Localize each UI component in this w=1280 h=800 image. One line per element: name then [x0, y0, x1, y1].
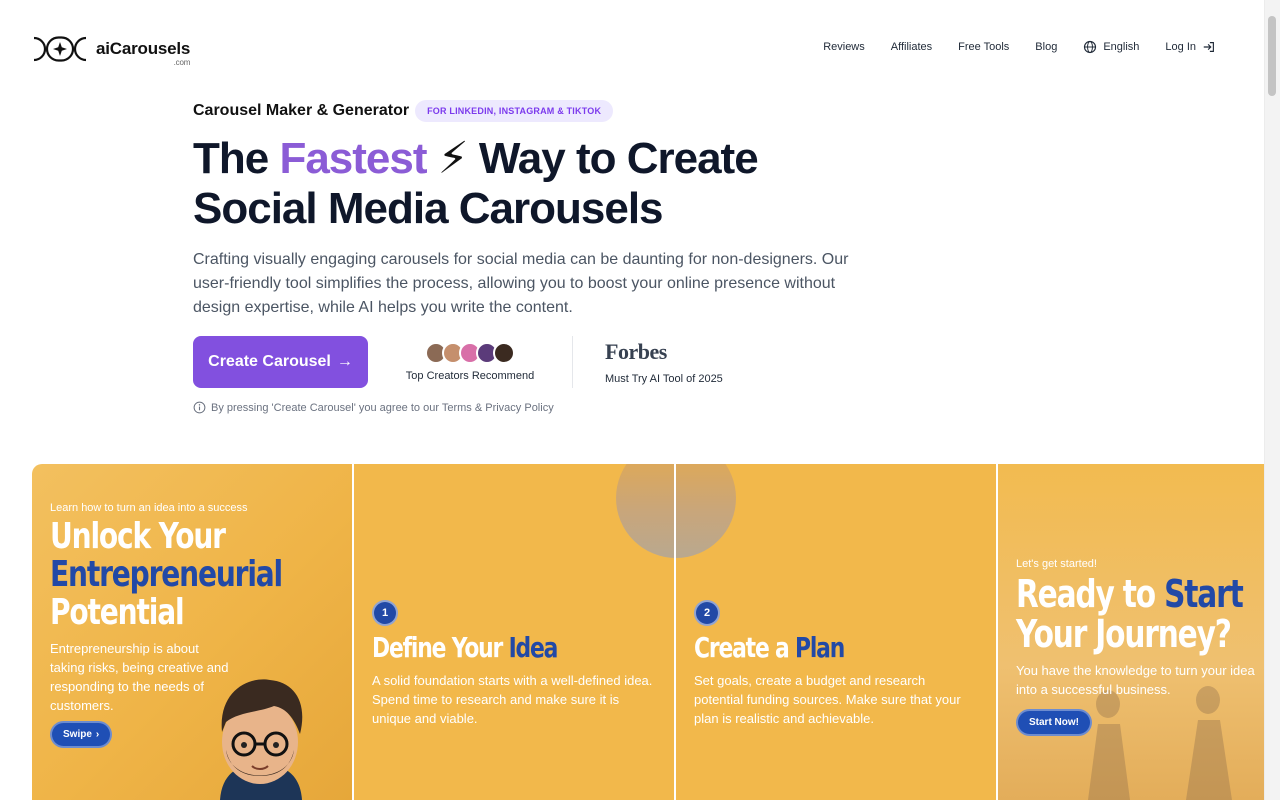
slide-heading: Create a Plan: [694, 631, 845, 664]
globe-icon: [1084, 40, 1097, 54]
slide-body: You have the knowledge to turn your idea…: [1016, 663, 1255, 697]
brand-logo[interactable]: aiCarousels .com: [32, 36, 191, 67]
creator-avatars: [425, 342, 515, 364]
terms-disclaimer: By pressing 'Create Carousel' you agree …: [193, 401, 554, 414]
eyebrow-title: Carousel Maker & Generator: [193, 102, 410, 119]
slide-kicker: Let's get started!: [1016, 558, 1097, 570]
info-icon: [193, 401, 206, 414]
hero-section: Carousel Maker & Generator FOR LINKEDIN,…: [193, 100, 913, 320]
site-header: aiCarousels .com Reviews Affiliates Free…: [0, 0, 1264, 96]
slide-cta: Let's get started! Ready to Start Your J…: [998, 464, 1264, 800]
character-illustration: [220, 679, 303, 800]
slide-body: Set goals, create a budget and research …: [694, 673, 961, 726]
slide-body: A solid foundation starts with a well-de…: [372, 673, 653, 726]
decorative-circle: [616, 464, 674, 558]
heading-line3: Potential: [50, 592, 185, 633]
arrow-right-icon: →: [336, 353, 353, 370]
main-nav: Reviews Affiliates Free Tools Blog Engli…: [823, 40, 1216, 54]
logo-mark-icon: [33, 36, 87, 62]
forbes-logo: Forbes: [605, 339, 667, 364]
lightning-icon: ⚡: [437, 134, 469, 183]
cta-label: Create Carousel: [208, 353, 331, 370]
chevron-right-icon: ›: [95, 729, 100, 740]
nav-affiliates[interactable]: Affiliates: [891, 41, 932, 53]
slide-heading: Define Your Idea: [372, 631, 559, 664]
creators-label: Top Creators Recommend: [405, 370, 535, 382]
slide-step-2: 2 Create a Plan Set goals, create a budg…: [676, 464, 996, 800]
step-number: 2: [694, 600, 720, 626]
language-selector[interactable]: English: [1083, 40, 1139, 54]
heading-blue: Start: [1164, 572, 1244, 616]
heading-white: Ready to: [1016, 572, 1165, 616]
heading-white: Create a: [694, 631, 796, 664]
platform-badge: FOR LINKEDIN, INSTAGRAM & TIKTOK: [415, 100, 614, 122]
slide-kicker: Learn how to turn an idea into a success: [50, 502, 248, 514]
swipe-label: Swipe: [63, 729, 92, 740]
page-scrollbar[interactable]: [1264, 0, 1280, 800]
forbes-label: Must Try AI Tool of 2025: [605, 373, 723, 385]
slide-heading: Ready to Start Your Journey?: [1016, 572, 1244, 656]
headline-line2: Social Media Carousels: [193, 184, 664, 233]
avatar: [493, 342, 515, 364]
heading-line2: Entrepreneurial: [50, 554, 283, 595]
disclaimer-text: By pressing 'Create Carousel' you agree …: [211, 401, 554, 414]
heading-blue: Idea: [508, 631, 559, 664]
page-title: The Fastest ⚡ Way to Create Social Media…: [193, 134, 913, 234]
hero-eyebrow: Carousel Maker & Generator FOR LINKEDIN,…: [193, 100, 913, 122]
hero-description: Crafting visually engaging carousels for…: [193, 251, 849, 316]
headline-part1: The: [193, 134, 280, 183]
login-icon: [1203, 42, 1214, 52]
brand-text: aiCarousels: [96, 39, 191, 58]
brand-suffix: .com: [173, 58, 191, 67]
nav-free-tools[interactable]: Free Tools: [958, 41, 1009, 53]
login-label: Log In: [1165, 41, 1196, 53]
heading-white: Define Your: [372, 631, 509, 664]
slide-intro: Learn how to turn an idea into a success…: [32, 464, 352, 800]
start-now-button[interactable]: Start Now!: [1016, 709, 1092, 736]
creators-proof: Top Creators Recommend: [400, 342, 540, 382]
login-link[interactable]: Log In: [1165, 40, 1216, 54]
carousel-preview[interactable]: Learn how to turn an idea into a success…: [32, 464, 1264, 800]
cta-row: Create Carousel → Top Creators Recommend…: [193, 336, 723, 388]
brand-name: aiCarousels .com: [96, 39, 191, 67]
swipe-button[interactable]: Swipe ›: [50, 721, 113, 748]
slide-heading: Unlock Your Entrepreneurial Potential: [50, 516, 283, 633]
decorative-circle: [676, 464, 736, 558]
nav-blog[interactable]: Blog: [1035, 41, 1057, 53]
slide-step-1: 1 Define Your Idea A solid foundation st…: [354, 464, 674, 800]
language-label: English: [1103, 41, 1140, 53]
nav-reviews[interactable]: Reviews: [823, 41, 865, 53]
divider: [572, 336, 573, 388]
create-carousel-button[interactable]: Create Carousel →: [193, 336, 368, 388]
forbes-proof: Forbes Must Try AI Tool of 2025: [605, 339, 723, 385]
headline-part2: Way to Create: [467, 134, 759, 183]
scrollbar-thumb[interactable]: [1268, 16, 1276, 96]
heading-line2: Your Journey?: [1016, 612, 1232, 656]
heading-line1: Unlock Your: [50, 516, 226, 557]
heading-blue: Plan: [795, 631, 845, 664]
headline-accent: Fastest: [279, 134, 427, 183]
step-number: 1: [372, 600, 398, 626]
